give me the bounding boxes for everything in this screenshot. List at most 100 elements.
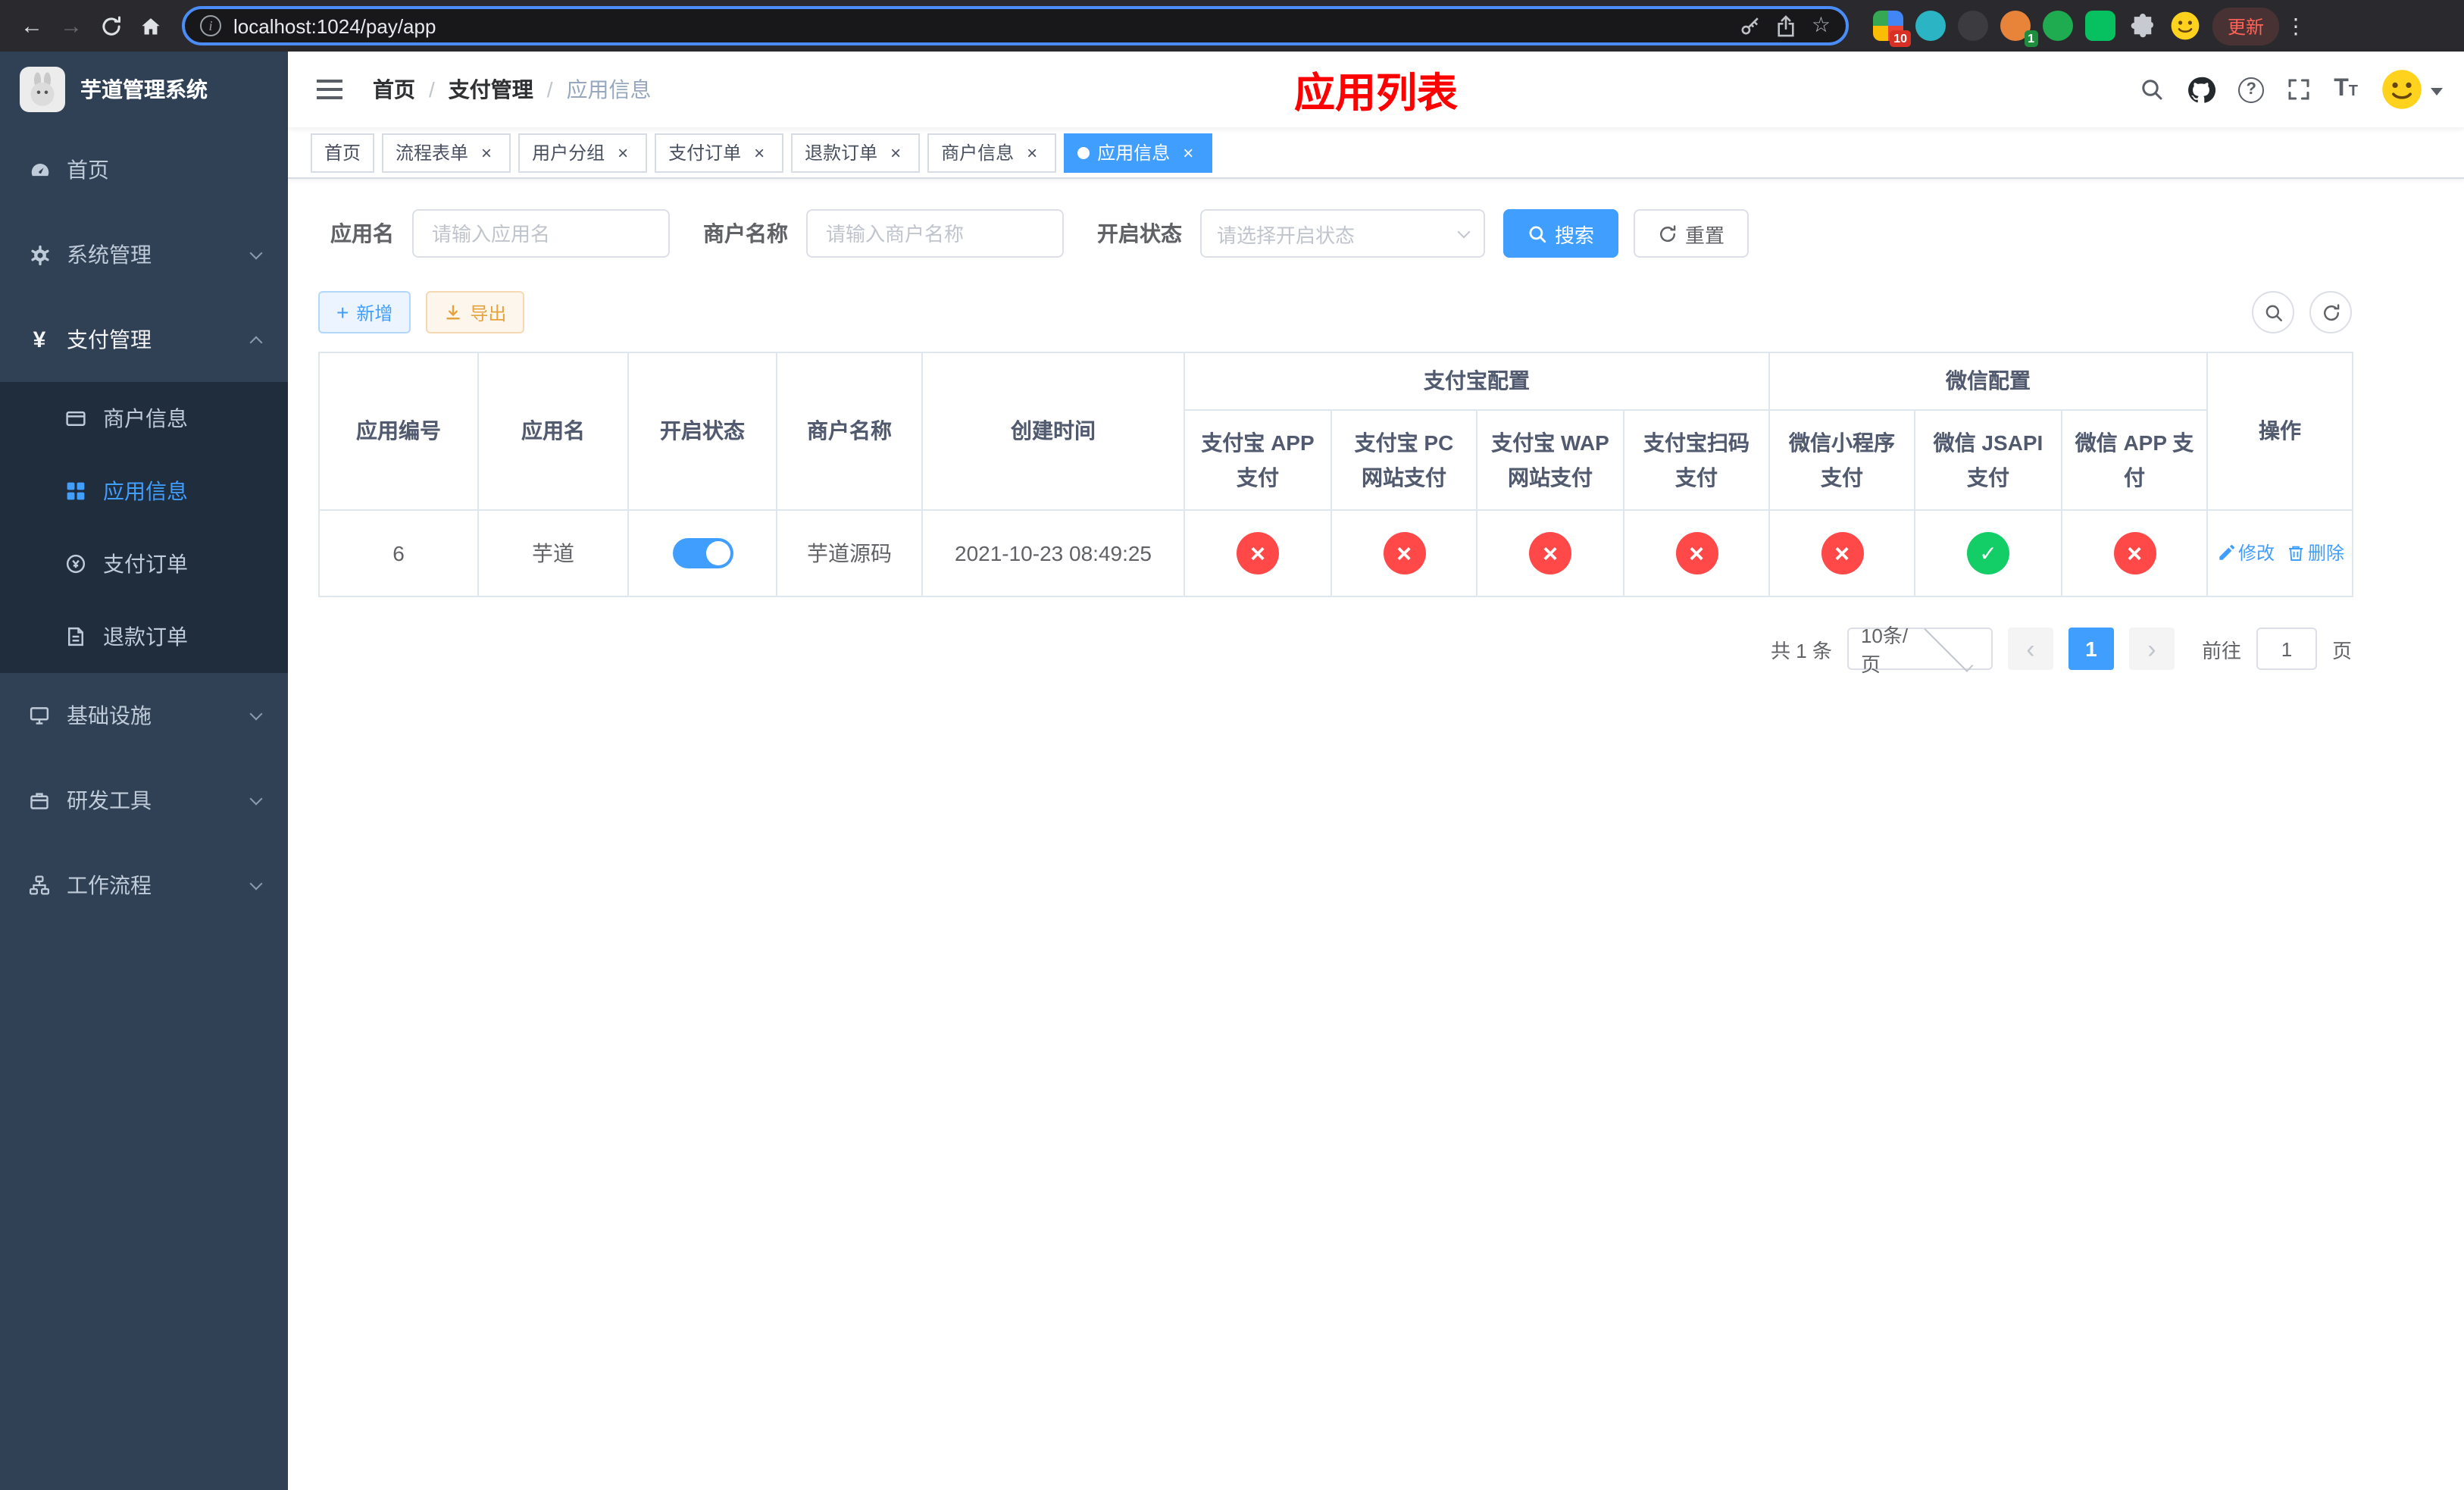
tab-close-icon[interactable]: [1021, 142, 1043, 163]
tab-label: 退款订单: [805, 142, 878, 164]
tab-close-icon[interactable]: [612, 142, 633, 163]
status-select[interactable]: 请选择开启状态: [1200, 209, 1485, 258]
search-icon[interactable]: [2140, 77, 2164, 102]
sidebar-item-label: 系统管理: [67, 243, 152, 267]
chevron-down-icon: [2431, 87, 2443, 95]
document-icon: [64, 626, 88, 647]
browser-back-icon[interactable]: [12, 6, 52, 45]
col-header-created: 创建时间: [921, 352, 1185, 511]
sidebar-item-refund-orders[interactable]: 退款订单: [0, 600, 288, 673]
sidebar-item-system[interactable]: 系统管理: [0, 212, 288, 297]
sidebar-logo-row[interactable]: 芋道管理系统: [0, 52, 288, 127]
chevron-down-icon: [249, 246, 263, 259]
goto-page-input[interactable]: [2256, 628, 2317, 670]
extension-drop-icon[interactable]: [1915, 11, 1946, 41]
page-size-value: 10条/页: [1860, 624, 1909, 676]
screen: localhost:1024/pay/app 10 1: [0, 0, 2464, 1490]
page-size-select[interactable]: 10条/页: [1846, 621, 1993, 676]
col-header-app-name: 应用名: [477, 352, 629, 511]
export-button[interactable]: 导出: [426, 291, 525, 333]
delete-link[interactable]: 删除: [2287, 540, 2344, 566]
tab-close-icon[interactable]: [885, 142, 906, 163]
github-icon[interactable]: [2187, 75, 2216, 104]
tab-merchant-info[interactable]: 商户信息: [927, 133, 1057, 172]
browser-profile-avatar[interactable]: [2170, 11, 2200, 41]
page-1-button[interactable]: 1: [2068, 628, 2114, 670]
browser-update-button[interactable]: 更新: [2212, 7, 2280, 45]
sidebar-item-dev-tools[interactable]: 研发工具: [0, 758, 288, 843]
extension-count-badge: 10: [1890, 30, 1911, 47]
active-tab-dot: [1077, 146, 1090, 158]
sidebar-item-infrastructure[interactable]: 基础设施: [0, 673, 288, 758]
tab-label: 应用信息: [1097, 142, 1171, 164]
browser-home-icon[interactable]: [130, 6, 170, 45]
col-group-wechat: 微信配置: [1768, 352, 2208, 411]
tab-close-icon[interactable]: [1177, 142, 1199, 163]
help-icon[interactable]: [2238, 77, 2265, 102]
extension-blocks-icon[interactable]: 10: [1873, 11, 1911, 47]
extension-icons: 10 1: [1873, 11, 2200, 47]
refresh-table-button[interactable]: [2309, 291, 2352, 333]
sidebar-item-pay-orders[interactable]: 支付订单: [0, 527, 288, 600]
address-bar[interactable]: localhost:1024/pay/app: [182, 6, 1849, 45]
status-cross-icon: [1675, 532, 1718, 574]
extension-green-square-icon[interactable]: [2085, 11, 2115, 41]
fullscreen-icon[interactable]: [2287, 77, 2311, 102]
sidebar-item-label: 基础设施: [67, 703, 152, 728]
table-row: 6 芋道 芋道源码 2021-10-23 08:49:25 × × × × × …: [318, 509, 2353, 597]
app-name-input[interactable]: [412, 209, 670, 258]
sidebar-item-workflow[interactable]: 工作流程: [0, 843, 288, 928]
reset-button[interactable]: 重置: [1634, 209, 1750, 258]
tab-pay-orders[interactable]: 支付订单: [655, 133, 784, 172]
search-button-label: 搜索: [1555, 224, 1595, 246]
pagination-total: 共 1 条: [1771, 639, 1832, 662]
extension-dark-icon[interactable]: [1958, 11, 1988, 41]
extension-avatar-icon[interactable]: 1: [2000, 11, 2038, 47]
sidebar-item-merchant-info[interactable]: 商户信息: [0, 382, 288, 455]
tab-user-group[interactable]: 用户分组: [518, 133, 648, 172]
status-toggle[interactable]: [672, 538, 733, 568]
tab-app-info[interactable]: 应用信息: [1064, 133, 1213, 172]
main-area: 首页 / 支付管理 / 应用信息 应用列表 ? T T 首页 流程表单 × 用户…: [288, 52, 2464, 1490]
tab-refund-orders[interactable]: 退款订单: [791, 133, 921, 172]
font-size-icon[interactable]: [2334, 77, 2358, 102]
browser-reload-icon[interactable]: [91, 6, 130, 45]
edit-link-label: 修改: [2238, 543, 2275, 565]
col-header-alipay-wap: 支付宝 WAP 网站支付: [1476, 409, 1624, 511]
site-info-icon[interactable]: [200, 15, 221, 36]
sidebar: 芋道管理系统 首页 系统管理 支付管理: [0, 52, 288, 1490]
breadcrumb-home[interactable]: 首页: [373, 74, 415, 105]
export-button-label: 导出: [470, 302, 507, 324]
merchant-name-input[interactable]: [806, 209, 1064, 258]
add-button[interactable]: 新增: [318, 291, 411, 333]
sidebar-item-app-info[interactable]: 应用信息: [0, 455, 288, 527]
sidebar-item-payment[interactable]: 支付管理: [0, 297, 288, 382]
tab-close-icon[interactable]: [749, 142, 770, 163]
status-check-icon: [1967, 532, 2009, 574]
extensions-puzzle-icon[interactable]: [2128, 11, 2158, 41]
share-icon[interactable]: [1777, 14, 1796, 37]
extension-green-circle-icon[interactable]: [2043, 11, 2073, 41]
password-key-icon[interactable]: [1740, 15, 1762, 36]
edit-link[interactable]: 修改: [2217, 540, 2275, 566]
tab-close-icon[interactable]: [476, 142, 497, 163]
cell-app-id: 6: [318, 509, 479, 597]
search-button[interactable]: 搜索: [1503, 209, 1619, 258]
bookmark-star-icon[interactable]: [1812, 12, 1831, 39]
browser-menu-icon[interactable]: [2279, 13, 2312, 39]
next-page-button[interactable]: [2128, 628, 2175, 670]
app-title: 芋道管理系统: [80, 77, 208, 102]
prev-page-button[interactable]: [2007, 628, 2053, 670]
browser-forward-icon[interactable]: [52, 6, 91, 45]
toggle-search-button[interactable]: [2252, 291, 2294, 333]
user-avatar[interactable]: [2381, 68, 2443, 111]
tab-process-form[interactable]: 流程表单: [382, 133, 511, 172]
hamburger-icon[interactable]: [309, 67, 355, 112]
sidebar-item-home[interactable]: 首页: [0, 127, 288, 212]
plus-icon: [336, 301, 349, 324]
tab-home[interactable]: 首页: [311, 133, 375, 172]
breadcrumb-section[interactable]: 支付管理: [449, 74, 533, 105]
cell-actions: 修改 删除: [2206, 509, 2353, 597]
status-label: 开启状态: [1097, 221, 1182, 246]
yen-icon: [27, 327, 52, 352]
